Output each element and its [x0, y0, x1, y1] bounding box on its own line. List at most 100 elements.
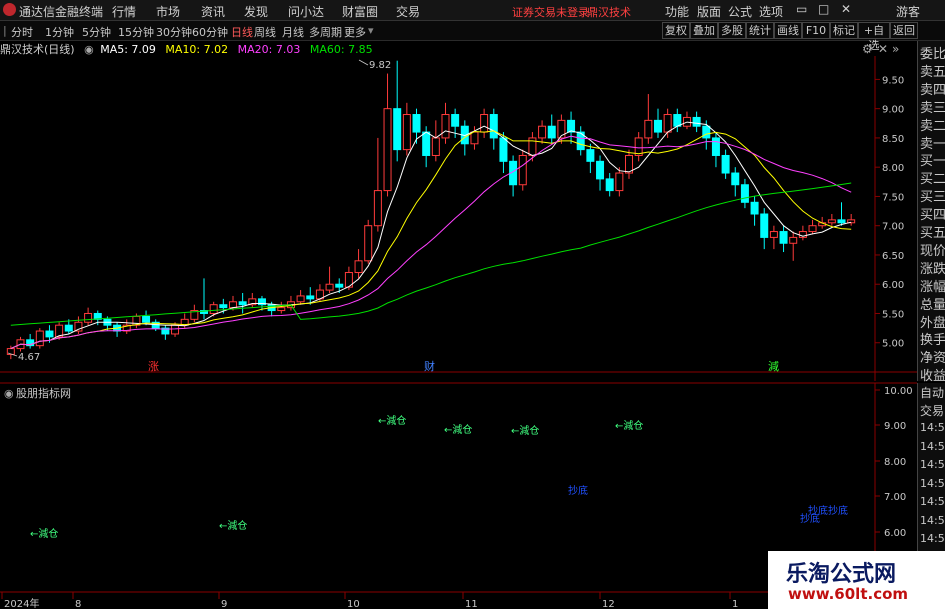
- candle-body: [769, 231, 778, 238]
- menu-quotes[interactable]: 行情: [112, 3, 136, 20]
- period-15min[interactable]: 15分钟: [118, 24, 154, 40]
- quote-label: 买四: [920, 208, 945, 224]
- candle-body: [760, 213, 769, 238]
- period-weekly[interactable]: 周线: [254, 24, 276, 40]
- menu-bar: 通达信金融终端 行情 市场 资讯 发现 问小达 财富圈 交易 证券交易未登录 鼎…: [0, 0, 945, 21]
- candle-body: [538, 125, 547, 139]
- candle-body: [615, 172, 624, 192]
- indicator-tick-label: 8.00: [884, 457, 906, 468]
- app-logo-icon: [3, 3, 16, 16]
- trade-time: 14:56: [920, 439, 945, 453]
- time-tick-label: 11: [465, 599, 478, 609]
- candle-body: [219, 304, 228, 309]
- time-tick-label: 12: [602, 599, 615, 609]
- login-notice[interactable]: 证券交易未登录: [512, 4, 589, 20]
- period-monthly[interactable]: 月线: [282, 24, 304, 40]
- close-icon[interactable]: ✕: [841, 2, 851, 16]
- trade-time: 14:56: [920, 421, 945, 434]
- candle-body: [35, 330, 44, 347]
- menu-discover[interactable]: 发现: [244, 3, 268, 20]
- adjust-button[interactable]: 复权: [662, 22, 690, 39]
- quote-label: 委比: [920, 47, 945, 62]
- candle-body: [238, 301, 247, 306]
- minimize-icon[interactable]: ▭: [796, 2, 807, 16]
- candle-body: [441, 114, 450, 139]
- indicator-title[interactable]: 股朋指标网: [16, 386, 71, 400]
- period-daily[interactable]: 日线: [231, 24, 253, 40]
- menu-function[interactable]: 功能: [665, 3, 689, 20]
- period-toolbar: | 分时 1分钟 5分钟 15分钟 30分钟 60分钟 日线 周线 月线 多周期…: [0, 21, 945, 52]
- candle-body: [731, 172, 740, 186]
- time-tick-label: 2024年: [4, 597, 39, 609]
- overlay-button[interactable]: 叠加: [690, 22, 718, 39]
- period-1min[interactable]: 1分钟: [45, 24, 74, 40]
- menu-ask[interactable]: 问小达: [288, 3, 324, 20]
- price-tick-label: 8.00: [882, 163, 904, 174]
- candle-body: [45, 330, 54, 338]
- trade-time: 14:56: [920, 495, 945, 508]
- candle-body: [789, 236, 798, 244]
- quote-label: 卖三: [920, 100, 945, 116]
- period-30min[interactable]: 30分钟: [156, 24, 192, 40]
- trade-label: 自动: [920, 386, 945, 400]
- candle-body: [354, 260, 363, 274]
- candle-body: [480, 114, 489, 133]
- candle-body: [171, 324, 180, 335]
- candle-body: [567, 119, 576, 133]
- menu-formula[interactable]: 公式: [728, 3, 752, 20]
- menu-market[interactable]: 市场: [156, 3, 180, 20]
- period-60min[interactable]: 60分钟: [192, 24, 228, 40]
- multi-stock-button[interactable]: 多股: [718, 22, 746, 39]
- candle-body: [470, 131, 479, 145]
- quote-label: 买二: [920, 172, 945, 188]
- menu-layout[interactable]: 版面: [697, 3, 721, 20]
- indicator-tick-label: 10.00: [884, 386, 913, 397]
- maximize-icon[interactable]: □: [818, 2, 829, 16]
- more-chevron-icon[interactable]: ▾: [368, 24, 374, 37]
- candle-body: [740, 184, 749, 203]
- candle-body: [586, 149, 595, 162]
- candlesticks: [6, 60, 856, 360]
- candle-body: [325, 283, 334, 291]
- candle-body: [335, 283, 344, 288]
- menu-news[interactable]: 资讯: [201, 3, 225, 20]
- candle-body: [692, 116, 701, 127]
- signal-bottom-3: 抄底: [800, 512, 820, 525]
- candle-body: [277, 307, 286, 312]
- candle-body: [142, 315, 151, 323]
- price-tick-label: 6.00: [882, 280, 904, 291]
- f10-button[interactable]: F10: [802, 22, 830, 39]
- signal-reduce-3: ←減仓: [511, 424, 539, 437]
- add-watchlist-button[interactable]: +自选: [858, 22, 890, 52]
- period-more[interactable]: 更多: [344, 24, 366, 40]
- candle-body: [228, 301, 237, 309]
- time-axis: 2024年 8 9 10 11 12 1: [1, 592, 738, 609]
- stats-button[interactable]: 统计: [746, 22, 774, 39]
- indicator-settings-icon[interactable]: ◉: [4, 387, 14, 400]
- back-button[interactable]: 返回: [890, 22, 918, 39]
- candle-body: [296, 295, 305, 303]
- candle-body: [402, 114, 411, 151]
- menu-wealth[interactable]: 财富圈: [342, 3, 378, 20]
- mark-button[interactable]: 标记: [830, 22, 858, 39]
- menu-trade[interactable]: 交易: [396, 3, 420, 20]
- candle-body: [779, 231, 788, 244]
- period-5min[interactable]: 5分钟: [82, 24, 111, 40]
- period-tick[interactable]: 分时: [11, 24, 33, 40]
- price-tick-label: 7.00: [882, 222, 904, 233]
- user-label[interactable]: 游客: [896, 3, 920, 20]
- quote-label: 总量: [920, 297, 945, 313]
- price-tick-label: 6.50: [882, 251, 904, 262]
- signal-reduce-1: ←減仓: [378, 414, 406, 427]
- candle-body: [702, 125, 711, 139]
- high-label: 9.82: [369, 60, 391, 71]
- kline-chart[interactable]: 9.50 9.00 8.50 8.00 7.50 7.00 6.50 6.00 5.50 5.00…: [0, 41, 917, 609]
- marker-cai: 财: [424, 359, 435, 373]
- draw-button[interactable]: 画线: [774, 22, 802, 39]
- candle-body: [644, 119, 653, 139]
- candle-body: [209, 304, 218, 314]
- candle-body: [518, 154, 527, 186]
- quote-panel: 委比 卖五 卖四 卖三 卖二 卖一 买一 买二 买三 买四 买五 现价 涨跌 涨幅 总量 外盘 换手 净资 收益: [917, 41, 945, 384]
- period-multi[interactable]: 多周期: [309, 24, 342, 40]
- menu-options[interactable]: 选项: [759, 3, 783, 20]
